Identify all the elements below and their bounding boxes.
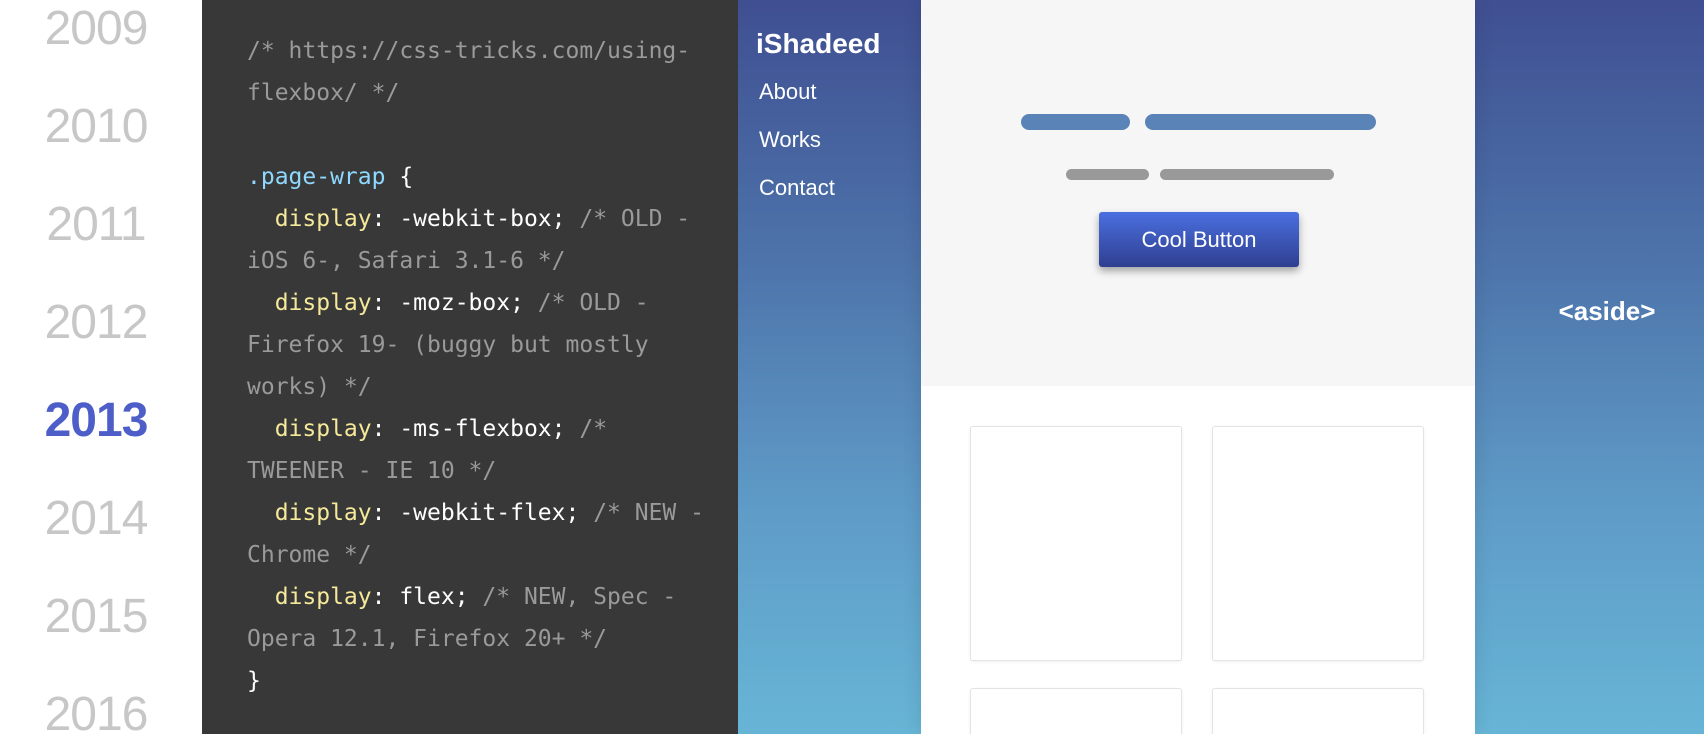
year-2011[interactable]: 2011: [0, 201, 192, 249]
code-token-plain: : -webkit-box;: [371, 206, 580, 232]
placeholder-heading-bar: [1145, 114, 1376, 130]
code-line: iOS 6-, Safari 3.1-6 */: [247, 240, 727, 282]
code-line: }: [247, 660, 727, 702]
code-token-comment: iOS 6-, Safari 3.1-6 */: [247, 248, 566, 274]
nav-link-contact[interactable]: Contact: [759, 175, 835, 201]
code-panel: /* https://css-tricks.com/using-flexbox/…: [202, 0, 738, 734]
code-line: works) */: [247, 366, 727, 408]
year-timeline: 2009 2010 2011 2012 2013 2014 2015 2016: [0, 0, 202, 734]
code-token-sel: .page-wrap: [247, 164, 386, 190]
code-token-plain: : -moz-box;: [371, 290, 538, 316]
year-2016[interactable]: 2016: [0, 691, 192, 734]
code-token-plain: {: [385, 164, 414, 190]
code-line: display: -webkit-flex; /* NEW -: [247, 492, 727, 534]
code-line: TWEENER - IE 10 */: [247, 450, 727, 492]
code-token-comment: /* OLD -: [537, 290, 649, 316]
code-line: display: -webkit-box; /* OLD -: [247, 198, 727, 240]
code-token-plain: : -webkit-flex;: [371, 500, 594, 526]
code-token-comment: Chrome */: [247, 542, 372, 568]
year-2012[interactable]: 2012: [0, 299, 192, 347]
code-line: /* https://css-tricks.com/using-: [247, 30, 727, 72]
placeholder-text-bar: [1160, 169, 1334, 180]
placeholder-card: [1212, 688, 1424, 734]
code-line: Opera 12.1, Firefox 20+ */: [247, 618, 727, 660]
brand-logo[interactable]: iShadeed: [756, 28, 880, 60]
nav-link-about[interactable]: About: [759, 79, 817, 105]
code-token-comment: flexbox/ */: [247, 80, 400, 106]
code-line: display: flex; /* NEW, Spec -: [247, 576, 727, 618]
placeholder-card: [970, 688, 1182, 734]
code-token-prop: display: [247, 584, 372, 610]
code-token-comment: /* NEW -: [593, 500, 704, 526]
year-2009[interactable]: 2009: [0, 5, 192, 53]
placeholder-card: [1212, 426, 1424, 661]
code-token-prop: display: [247, 500, 372, 526]
layout-preview: iShadeed About Works Contact Cool Button…: [738, 0, 1704, 734]
placeholder-text-bar: [1066, 169, 1149, 180]
main-content: Cool Button: [921, 0, 1475, 734]
code-token-comment: TWEENER - IE 10 */: [247, 458, 497, 484]
placeholder-heading-bar: [1021, 114, 1130, 130]
year-2010[interactable]: 2010: [0, 103, 192, 151]
cool-button[interactable]: Cool Button: [1099, 212, 1299, 267]
nav-link-works[interactable]: Works: [759, 127, 821, 153]
year-2015[interactable]: 2015: [0, 593, 192, 641]
placeholder-card: [970, 426, 1182, 661]
code-line: Chrome */: [247, 534, 727, 576]
code-token-comment: Opera 12.1, Firefox 20+ */: [247, 626, 608, 652]
code-token-comment: Firefox 19- (buggy but mostly: [247, 332, 649, 358]
code-line: display: -moz-box; /* OLD -: [247, 282, 727, 324]
code-token-comment: /* OLD -: [579, 206, 691, 232]
code-token-comment: /*: [579, 416, 608, 442]
code-token-prop: display: [247, 416, 372, 442]
code-line: flexbox/ */: [247, 72, 727, 114]
code-token-comment: /* https://css-tricks.com/using-: [247, 38, 691, 64]
code-token-prop: display: [247, 290, 372, 316]
code-token-plain: : -ms-flexbox;: [371, 416, 580, 442]
year-2013-active[interactable]: 2013: [0, 397, 192, 445]
code-line: Firefox 19- (buggy but mostly: [247, 324, 727, 366]
code-token-comment: /* NEW, Spec -: [482, 584, 677, 610]
code-token-plain: : flex;: [371, 584, 483, 610]
code-token-prop: display: [247, 206, 372, 232]
code-line: .page-wrap {: [247, 156, 727, 198]
code-token-comment: works) */: [247, 374, 372, 400]
hero-section: Cool Button: [921, 0, 1475, 386]
aside-label: <aside>: [1558, 296, 1656, 326]
code-token-plain: }: [247, 668, 261, 694]
year-2014[interactable]: 2014: [0, 495, 192, 543]
code-line: display: -ms-flexbox; /*: [247, 408, 727, 450]
